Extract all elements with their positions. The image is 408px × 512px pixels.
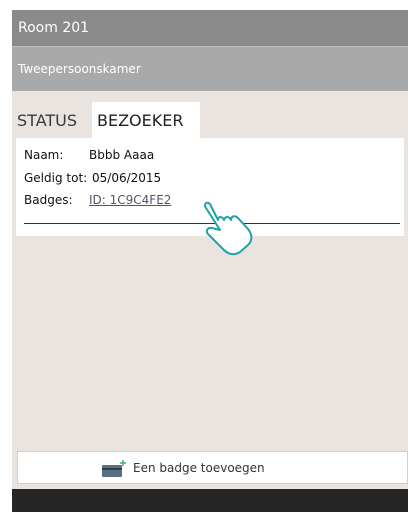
valid-until-row: Geldig tot: 05/06/2015 <box>24 168 161 188</box>
room-type: Tweepersoonskamer <box>18 62 141 76</box>
tap-hand-icon <box>203 201 253 256</box>
valid-until-label: Geldig tot: <box>24 171 88 185</box>
tab-status[interactable]: STATUS <box>17 102 97 138</box>
screen: Room 201 Tweepersoonskamer STATUS BEZOEK… <box>0 0 408 512</box>
badges-label: Badges: <box>24 193 73 207</box>
add-badge-label: Een badge toevoegen <box>133 461 265 475</box>
valid-until-value: 05/06/2015 <box>92 171 162 185</box>
room-panel: Room 201 Tweepersoonskamer STATUS BEZOEK… <box>12 10 408 512</box>
add-badge-button[interactable]: Een badge toevoegen <box>17 451 408 484</box>
bottom-bar <box>12 489 408 512</box>
room-type-bar: Tweepersoonskamer <box>12 46 408 91</box>
name-row: Naam: Bbbb Aaaa <box>24 145 154 165</box>
room-title-bar: Room 201 <box>12 10 408 46</box>
name-value: Bbbb Aaaa <box>89 148 155 162</box>
tab-bezoeker[interactable]: BEZOEKER <box>92 102 200 138</box>
badge-id-link[interactable]: ID: 1C9C4FE2 <box>89 190 171 210</box>
tab-bezoeker-label: BEZOEKER <box>97 111 184 130</box>
tab-status-label: STATUS <box>17 111 78 130</box>
card-add-icon <box>102 460 126 477</box>
room-title: Room 201 <box>18 20 90 36</box>
name-label: Naam: <box>24 148 64 162</box>
badges-row: Badges: ID: 1C9C4FE2 <box>24 190 171 210</box>
add-badge-button-content: Een badge toevoegen <box>102 452 265 485</box>
